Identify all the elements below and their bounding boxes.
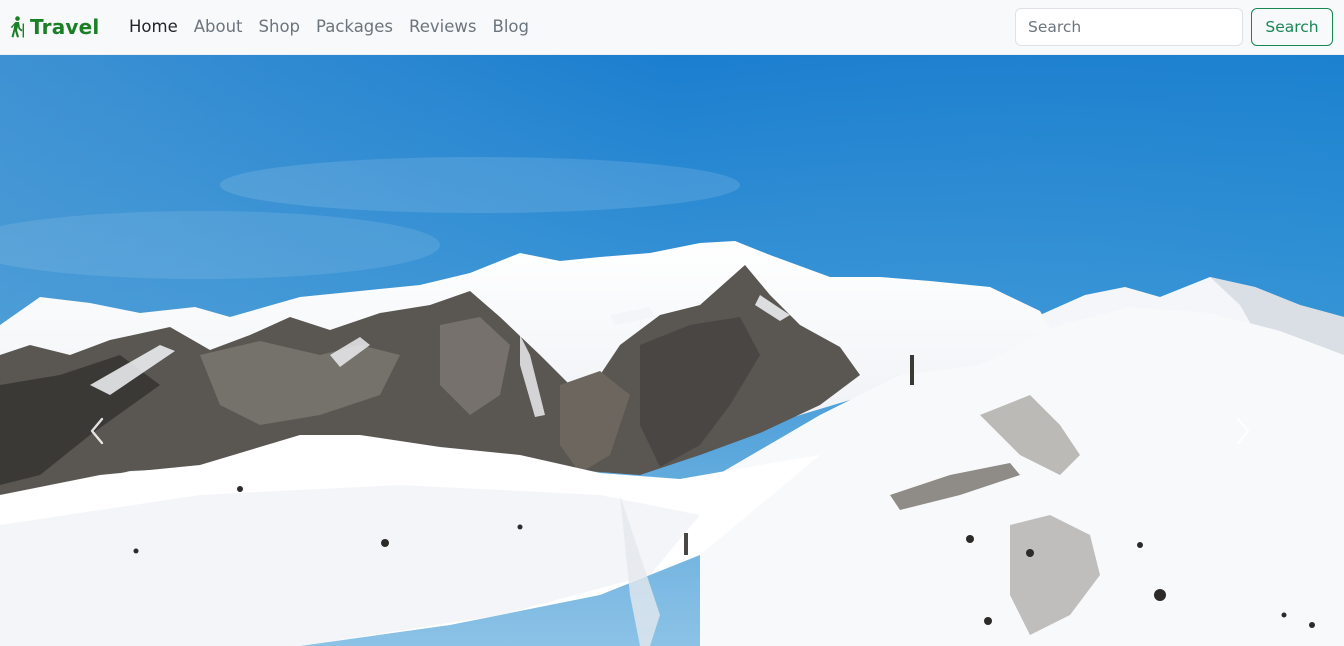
- nav-menu: Home About Shop Packages Reviews Blog: [121, 14, 537, 40]
- nav-link-home[interactable]: Home: [121, 14, 186, 40]
- navbar: Travel Home About Shop Packages Reviews …: [0, 0, 1344, 55]
- chevron-right-icon: [1236, 417, 1250, 445]
- nav-link-reviews[interactable]: Reviews: [401, 14, 484, 40]
- nav-link-packages[interactable]: Packages: [308, 14, 401, 40]
- nav-link-shop[interactable]: Shop: [251, 14, 309, 40]
- carousel-prev-button[interactable]: [82, 411, 112, 451]
- search-input[interactable]: [1015, 8, 1243, 46]
- hiking-person-icon: [10, 16, 24, 38]
- chevron-left-icon: [90, 417, 104, 445]
- hero-mountain-image: [0, 55, 1344, 646]
- search-button[interactable]: Search: [1251, 8, 1333, 46]
- brand-link[interactable]: Travel: [8, 13, 99, 41]
- hero-carousel: [0, 55, 1344, 646]
- carousel-next-button[interactable]: [1228, 411, 1258, 451]
- nav-link-about[interactable]: About: [186, 14, 251, 40]
- nav-link-blog[interactable]: Blog: [485, 14, 537, 40]
- brand-name: Travel: [30, 15, 100, 39]
